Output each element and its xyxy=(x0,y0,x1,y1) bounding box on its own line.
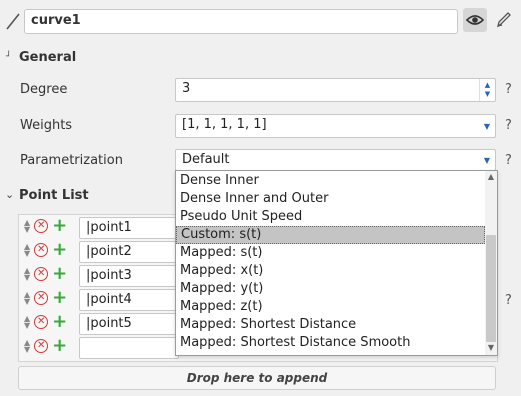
dropdown-option[interactable]: Dense Inner and Outer xyxy=(176,190,485,208)
parametrization-label: Parametrization xyxy=(20,153,123,168)
weights-label: Weights xyxy=(20,118,73,133)
stepper-down-icon[interactable]: ▼ xyxy=(485,90,490,99)
point-field[interactable]: |point2 xyxy=(79,241,179,263)
help-degree[interactable]: ? xyxy=(505,82,512,97)
help-weights[interactable]: ? xyxy=(505,118,512,133)
add-icon[interactable]: + xyxy=(52,313,67,331)
point-row: ▲ ▼ ✕ + xyxy=(24,217,67,235)
dropdown-option[interactable]: Mapped: z(t) xyxy=(176,298,485,316)
point-field[interactable]: |point3 xyxy=(79,265,179,287)
point-row: ▲ ▼ ✕ + xyxy=(24,241,67,259)
edit-icon[interactable] xyxy=(494,9,514,31)
dropdown-option-highlighted[interactable]: Custom: s(t) xyxy=(176,226,485,244)
point-field[interactable]: |point4 xyxy=(79,289,179,311)
remove-icon[interactable]: ✕ xyxy=(34,291,49,305)
chevron-down-icon[interactable]: ▼ xyxy=(479,150,495,170)
dropdown-option[interactable]: Dense Inner xyxy=(176,172,485,190)
section-title-general[interactable]: General xyxy=(19,50,76,65)
pencil-icon xyxy=(5,10,21,32)
collapse-point-list-icon[interactable]: ⌄ xyxy=(5,188,14,201)
add-icon[interactable]: + xyxy=(52,265,67,283)
dropdown-option[interactable]: Mapped: x(t) xyxy=(176,262,485,280)
scroll-down-icon[interactable]: ▼ xyxy=(485,343,497,352)
weights-field[interactable]: [1, 1, 1, 1, 1] xyxy=(175,114,496,138)
remove-icon[interactable]: ✕ xyxy=(34,339,49,353)
add-icon[interactable]: + xyxy=(52,289,67,307)
move-updown-icon[interactable]: ▲ ▼ xyxy=(24,219,30,234)
point-name: |point5 xyxy=(86,316,132,331)
remove-icon[interactable]: ✕ xyxy=(34,243,49,257)
degree-stepper[interactable]: ▲ ▼ xyxy=(479,79,495,101)
point-row: ▲ ▼ ✕ + xyxy=(24,289,67,307)
parametrization-dropdown: Dense Inner Dense Inner and Outer Pseudo… xyxy=(175,170,498,356)
add-icon[interactable]: + xyxy=(52,217,67,235)
degree-value: 3 xyxy=(182,81,191,96)
remove-icon[interactable]: ✕ xyxy=(34,219,49,233)
degree-field[interactable]: 3 xyxy=(175,78,496,102)
move-updown-icon[interactable]: ▲ ▼ xyxy=(24,315,30,330)
weights-value: [1, 1, 1, 1, 1] xyxy=(182,117,267,132)
section-title-point-list[interactable]: Point List xyxy=(19,188,89,203)
move-updown-icon[interactable]: ▲ ▼ xyxy=(24,339,30,354)
point-name: |point3 xyxy=(86,268,132,283)
dropdown-scrollbar[interactable]: ▲ ▼ xyxy=(485,171,497,355)
move-updown-icon[interactable]: ▲ ▼ xyxy=(24,267,30,282)
chevron-down-icon[interactable]: ▼ xyxy=(479,115,495,137)
point-name: |point4 xyxy=(86,292,132,307)
eye-icon xyxy=(465,15,485,25)
scroll-up-icon[interactable]: ▲ xyxy=(485,172,497,181)
curve-name-input[interactable]: curve1 xyxy=(24,9,458,34)
point-row: ▲ ▼ ✕ + xyxy=(24,313,67,331)
help-parametrization[interactable]: ? xyxy=(505,153,512,168)
parametrization-value: Default xyxy=(182,152,230,167)
stepper-up-icon[interactable]: ▲ xyxy=(485,81,490,90)
drop-append-area[interactable]: Drop here to append xyxy=(18,366,496,390)
collapse-general-icon[interactable]: ┘ xyxy=(6,52,11,62)
new-point-field[interactable] xyxy=(79,337,179,359)
scrollbar-thumb[interactable] xyxy=(486,235,496,342)
degree-label: Degree xyxy=(20,82,68,97)
dropdown-option[interactable]: Mapped: Shortest Distance xyxy=(176,316,485,334)
point-field[interactable]: |point5 xyxy=(79,313,179,335)
add-icon[interactable]: + xyxy=(52,241,67,259)
point-field[interactable]: |point1 xyxy=(79,217,179,239)
dropdown-option[interactable]: Pseudo Unit Speed xyxy=(176,208,485,226)
visibility-toggle-button[interactable] xyxy=(463,8,487,32)
point-name: |point2 xyxy=(86,244,132,259)
new-point-row: ▲ ▼ ✕ + xyxy=(24,337,67,355)
remove-icon[interactable]: ✕ xyxy=(34,267,49,281)
remove-icon[interactable]: ✕ xyxy=(34,315,49,329)
add-icon[interactable]: + xyxy=(52,337,67,355)
point-row: ▲ ▼ ✕ + xyxy=(24,265,67,283)
parametrization-select[interactable]: Default xyxy=(175,149,496,171)
dropdown-option[interactable]: Mapped: s(t) xyxy=(176,244,485,262)
dropdown-options: Dense Inner Dense Inner and Outer Pseudo… xyxy=(176,172,485,352)
dropdown-option[interactable]: Mapped: Shortest Distance Smooth xyxy=(176,334,485,352)
point-name: |point1 xyxy=(86,220,132,235)
move-updown-icon[interactable]: ▲ ▼ xyxy=(24,243,30,258)
help-point-list[interactable]: ? xyxy=(505,293,512,308)
move-updown-icon[interactable]: ▲ ▼ xyxy=(24,291,30,306)
dropdown-option[interactable]: Mapped: y(t) xyxy=(176,280,485,298)
